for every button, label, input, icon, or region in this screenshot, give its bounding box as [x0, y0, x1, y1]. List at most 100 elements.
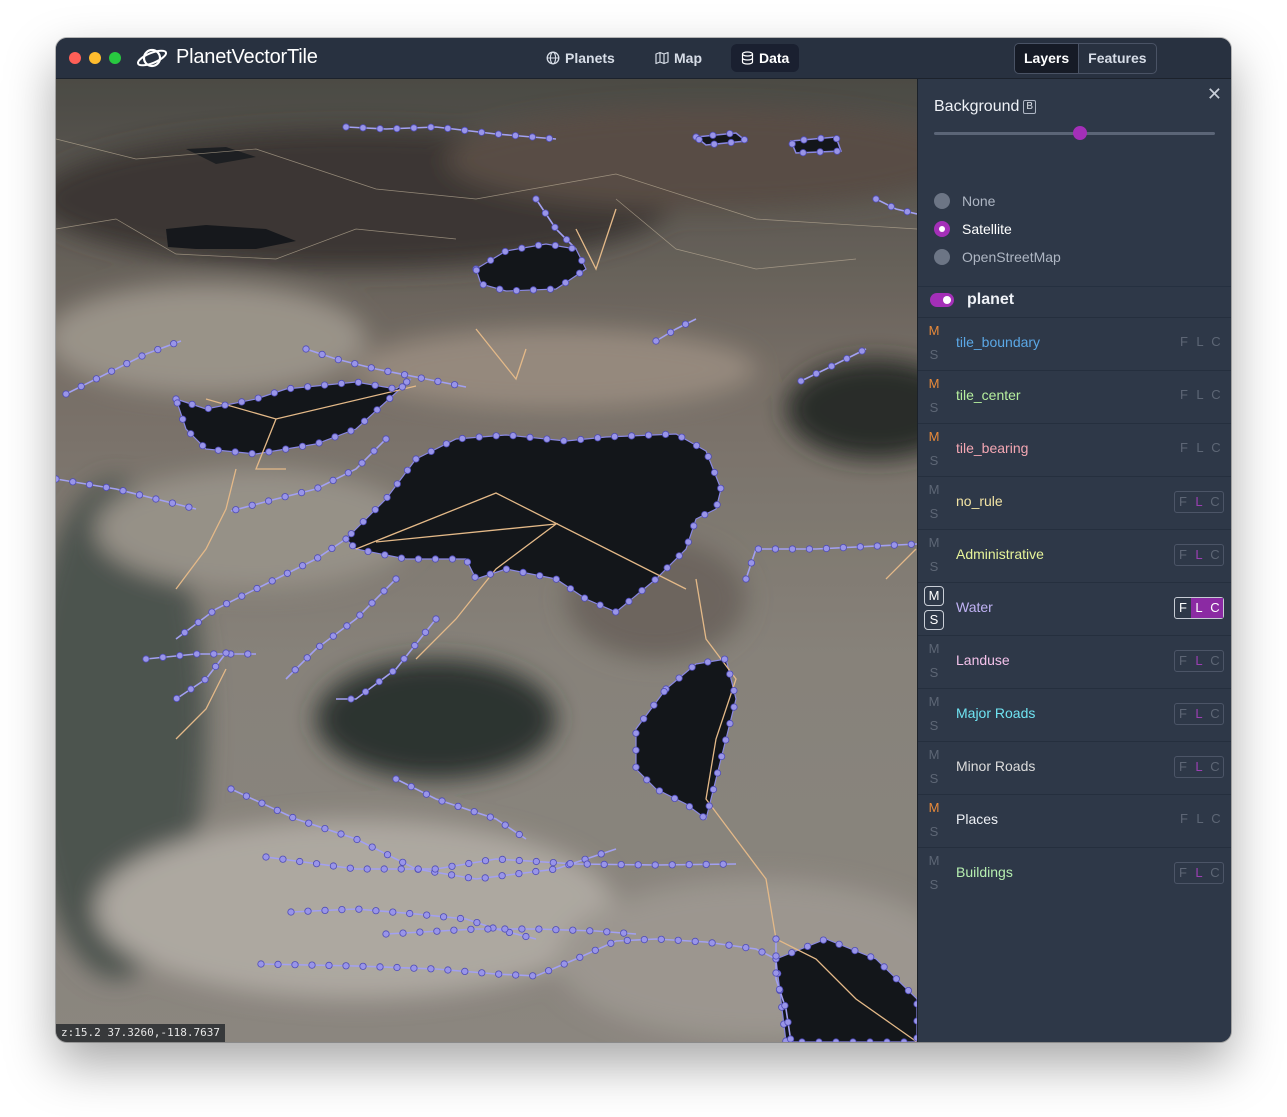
zoom-window-button[interactable]	[109, 52, 121, 64]
map-view	[56, 79, 917, 1042]
layer-line-toggle[interactable]: L	[1191, 704, 1207, 724]
minimize-window-button[interactable]	[89, 52, 101, 64]
layer-line-toggle[interactable]: L	[1192, 385, 1208, 405]
layer-mute-toggle[interactable]: M	[924, 427, 944, 447]
layer-mute-toggle[interactable]: M	[924, 745, 944, 765]
layer-fill-toggle[interactable]: F	[1175, 704, 1191, 724]
layer-line-toggle[interactable]: L	[1192, 332, 1208, 352]
layer-fill-toggle[interactable]: F	[1176, 809, 1192, 829]
layer-mute-toggle[interactable]: M	[924, 851, 944, 871]
layer-mute-toggle[interactable]: M	[924, 798, 944, 818]
layer-line-toggle[interactable]: L	[1191, 598, 1207, 618]
layer-circle-toggle[interactable]: C	[1207, 863, 1223, 883]
map-canvas[interactable]: z:15.2 37.3260,-118.7637	[56, 79, 917, 1042]
radio-none[interactable]	[934, 193, 950, 209]
layer-name[interactable]: Minor Roads	[956, 758, 1035, 774]
layer-name[interactable]: no_rule	[956, 493, 1003, 509]
source-planet-toggle[interactable]	[930, 293, 954, 307]
layer-mute-toggle[interactable]: M	[924, 533, 944, 553]
layer-name[interactable]: tile_boundary	[956, 334, 1040, 350]
layer-row[interactable]: M S Minor Roads F L C	[918, 741, 1231, 794]
layer-circle-toggle[interactable]: C	[1207, 651, 1223, 671]
layer-circle-toggle[interactable]: C	[1208, 438, 1224, 458]
layer-row[interactable]: M S Major Roads F L C	[918, 688, 1231, 741]
layer-line-toggle[interactable]: L	[1192, 809, 1208, 829]
layer-row[interactable]: M S Administrative F L C	[918, 529, 1231, 582]
radio-satellite[interactable]	[934, 221, 950, 237]
layer-solo-toggle[interactable]: S	[924, 610, 944, 630]
layer-fill-toggle[interactable]: F	[1176, 332, 1192, 352]
close-window-button[interactable]	[69, 52, 81, 64]
background-option-satellite[interactable]: Satellite	[934, 219, 1012, 239]
layer-solo-toggle[interactable]: S	[924, 875, 944, 895]
layer-circle-toggle[interactable]: C	[1208, 332, 1224, 352]
layer-fill-toggle[interactable]: F	[1175, 757, 1191, 777]
background-option-none[interactable]: None	[934, 191, 995, 211]
layer-solo-toggle[interactable]: S	[924, 504, 944, 524]
layer-solo-toggle[interactable]: S	[924, 716, 944, 736]
tab-features[interactable]: Features	[1079, 44, 1155, 73]
layer-name[interactable]: Buildings	[956, 864, 1013, 880]
close-panel-icon[interactable]: ✕	[1207, 84, 1222, 105]
layer-fill-toggle[interactable]: F	[1176, 438, 1192, 458]
layer-name[interactable]: Water	[956, 599, 993, 615]
nav-planets[interactable]: Planets	[536, 44, 625, 72]
layer-mute-toggle[interactable]: M	[924, 639, 944, 659]
layer-solo-toggle[interactable]: S	[924, 398, 944, 418]
layer-name[interactable]: Landuse	[956, 652, 1010, 668]
background-opacity-slider-thumb[interactable]	[1073, 126, 1088, 140]
layer-circle-toggle[interactable]: C	[1207, 704, 1223, 724]
background-option-openstreetmap[interactable]: OpenStreetMap	[934, 247, 1061, 267]
layer-fill-toggle[interactable]: F	[1175, 651, 1191, 671]
nav-data[interactable]: Data	[731, 44, 800, 72]
layer-circle-toggle[interactable]: C	[1207, 545, 1223, 565]
layer-solo-toggle[interactable]: S	[924, 769, 944, 789]
layer-line-toggle[interactable]: L	[1191, 863, 1207, 883]
app-title: PlanetVectorTile	[176, 46, 318, 68]
layer-fill-toggle[interactable]: F	[1175, 492, 1191, 512]
layer-row[interactable]: M Stile_boundary F L C	[918, 317, 1231, 370]
layer-line-toggle[interactable]: L	[1191, 492, 1207, 512]
layer-line-toggle[interactable]: L	[1192, 438, 1208, 458]
radio-openstreetmap[interactable]	[934, 249, 950, 265]
layer-line-toggle[interactable]: L	[1191, 757, 1207, 777]
layer-row[interactable]: M Sno_rule F L C	[918, 476, 1231, 529]
layer-solo-toggle[interactable]: S	[924, 663, 944, 683]
layer-circle-toggle[interactable]: C	[1208, 809, 1224, 829]
layer-solo-toggle[interactable]: S	[924, 345, 944, 365]
layer-circle-toggle[interactable]: C	[1208, 385, 1224, 405]
layer-mute-toggle[interactable]: M	[924, 321, 944, 341]
layer-row[interactable]: M Stile_center F L C	[918, 370, 1231, 423]
background-option-satellite-label: Satellite	[962, 221, 1012, 237]
layer-name[interactable]: Places	[956, 811, 998, 827]
layer-mute-toggle[interactable]: M	[924, 480, 944, 500]
layer-fill-toggle[interactable]: F	[1175, 863, 1191, 883]
layer-mute-toggle[interactable]: M	[924, 374, 944, 394]
nav-map[interactable]: Map	[645, 44, 712, 72]
layer-line-toggle[interactable]: L	[1191, 651, 1207, 671]
layer-circle-toggle[interactable]: C	[1207, 598, 1223, 618]
nav-planets-label: Planets	[565, 50, 615, 66]
layer-name[interactable]: tile_bearing	[956, 440, 1028, 456]
layer-circle-toggle[interactable]: C	[1207, 757, 1223, 777]
layer-mute-toggle[interactable]: M	[924, 692, 944, 712]
layer-row[interactable]: M S Water F L C	[918, 582, 1231, 635]
layer-fill-toggle[interactable]: F	[1175, 545, 1191, 565]
map-tint	[56, 79, 917, 1042]
layer-mute-toggle[interactable]: M	[924, 586, 944, 606]
layer-row[interactable]: M S Places F L C	[918, 794, 1231, 847]
layer-row[interactable]: M S Buildings F L C	[918, 847, 1231, 900]
layer-circle-toggle[interactable]: C	[1207, 492, 1223, 512]
layer-solo-toggle[interactable]: S	[924, 451, 944, 471]
layer-fill-toggle[interactable]: F	[1175, 598, 1191, 618]
tab-layers[interactable]: Layers	[1015, 44, 1079, 73]
layer-fill-toggle[interactable]: F	[1176, 385, 1192, 405]
layer-row[interactable]: M S Landuse F L C	[918, 635, 1231, 688]
layer-line-toggle[interactable]: L	[1191, 545, 1207, 565]
layer-name[interactable]: Administrative	[956, 546, 1044, 562]
layer-name[interactable]: tile_center	[956, 387, 1021, 403]
layer-name[interactable]: Major Roads	[956, 705, 1035, 721]
layer-row[interactable]: M Stile_bearing F L C	[918, 423, 1231, 476]
layer-solo-toggle[interactable]: S	[924, 557, 944, 577]
layer-solo-toggle[interactable]: S	[924, 822, 944, 842]
